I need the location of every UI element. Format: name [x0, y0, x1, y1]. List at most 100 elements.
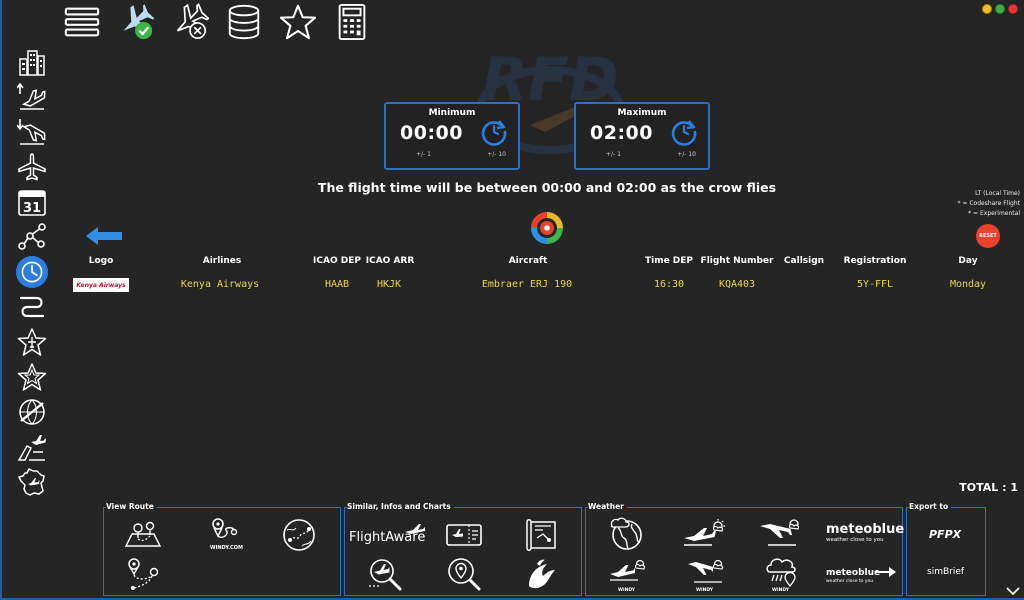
panel-view-route: View Route WINDY.COM — [103, 502, 341, 596]
maximize-button[interactable] — [995, 4, 1005, 14]
route-map-button[interactable] — [124, 520, 162, 550]
pfpx-export-button[interactable]: PFPX — [929, 528, 961, 541]
minimum-step-small[interactable]: +/- 1 — [416, 151, 431, 158]
header-callsign[interactable]: Callsign — [784, 256, 824, 266]
maximum-step-large[interactable]: +/- 10 — [677, 151, 696, 158]
legend-local-time: LT (Local Time) — [975, 190, 1020, 197]
panel-export: Export to PFPX simBrief — [906, 502, 986, 596]
windy-arrival-button[interactable] — [686, 556, 726, 588]
charts-button[interactable] — [523, 516, 559, 552]
magnifier-plane-icon — [369, 559, 402, 591]
header-time-dep[interactable]: Time DEP — [645, 256, 693, 266]
calendar-day-label: 31 — [23, 201, 41, 216]
waypoints-button[interactable] — [124, 556, 162, 592]
header-registration[interactable]: Registration — [844, 256, 907, 266]
cell-flight-number[interactable]: KQA403 — [719, 279, 755, 290]
minimum-label: Minimum — [428, 108, 476, 118]
sidebar-item-star-outline[interactable] — [14, 361, 50, 393]
reset-label: RESET — [979, 233, 997, 239]
calculator-button[interactable] — [332, 2, 372, 42]
panel-similar-infos-charts: Similar, Infos and Charts FlightAware — [344, 502, 582, 596]
ticket-icon — [446, 524, 482, 546]
windy-departure-button[interactable] — [608, 556, 648, 588]
database-icon — [228, 4, 260, 40]
sidebar-item-star-plane[interactable] — [14, 326, 50, 358]
cell-aircraft[interactable]: Embraer ERJ 190 — [482, 279, 572, 290]
minimum-clock-reset-icon[interactable] — [480, 118, 508, 146]
chart-map-icon — [526, 519, 556, 551]
flight-confirmed-icon — [123, 4, 155, 40]
menu-button[interactable] — [62, 2, 102, 42]
header-icao-arr[interactable]: ICAO ARR — [366, 256, 415, 266]
meteoblue-route-tagline: weather close to you — [826, 579, 874, 584]
airport-icon — [17, 435, 46, 461]
magnifier-pin-icon — [448, 558, 481, 591]
maximum-step-small[interactable]: +/- 1 — [606, 151, 621, 158]
header-airlines[interactable]: Airlines — [203, 256, 242, 266]
cell-airline[interactable]: Kenya Airways — [181, 279, 259, 290]
windy-label-arrival: WINDY — [696, 588, 714, 593]
sidebar-item-city[interactable] — [14, 46, 50, 78]
header-flight-number[interactable]: Flight Number — [701, 256, 774, 266]
database-button[interactable] — [224, 2, 264, 42]
sidebar-item-route[interactable] — [14, 291, 50, 323]
meteoblue-route-button[interactable]: meteoblue — [826, 568, 880, 578]
top-toolbar — [62, 2, 372, 42]
header-day[interactable]: Day — [958, 256, 977, 266]
total-count: TOTAL : 1 — [959, 481, 1018, 494]
legend: LT (Local Time) * = Codeshare Flight * =… — [958, 189, 1021, 219]
phoenix-logo-icon — [529, 559, 555, 589]
sidebar-item-network[interactable] — [14, 221, 50, 253]
panel-view-route-title: View Route — [106, 502, 157, 511]
meteoblue-arrow-icon — [876, 567, 896, 577]
globe-route-button[interactable] — [282, 518, 316, 552]
search-settings-gear-icon[interactable] — [529, 210, 565, 246]
cell-icao-arr[interactable]: HKJK — [377, 279, 401, 290]
search-location-button[interactable] — [445, 556, 481, 592]
phoenix-button[interactable] — [523, 556, 559, 592]
meteoblue-button[interactable]: meteoblue — [826, 522, 904, 537]
maximum-time-box: Maximum 02:00 +/- 1 +/- 10 — [574, 102, 710, 170]
search-plane-button[interactable] — [365, 556, 403, 592]
star-outline-icon — [17, 363, 47, 391]
sidebar-item-aircraft[interactable] — [14, 151, 50, 183]
maximum-clock-reset-icon[interactable] — [670, 118, 698, 146]
minimum-value[interactable]: 00:00 — [400, 122, 463, 144]
sidebar-item-departure[interactable] — [14, 81, 50, 113]
meteoblue-tagline: weather close to you — [826, 537, 884, 543]
minimum-step-large[interactable]: +/- 10 — [487, 151, 506, 158]
star-icon — [279, 4, 317, 40]
boarding-pass-button[interactable] — [445, 520, 483, 550]
favorites-button[interactable] — [278, 2, 318, 42]
cell-time-dep[interactable]: 16:30 — [654, 279, 684, 290]
chevron-down-icon[interactable] — [1006, 586, 1020, 596]
reset-button[interactable]: RESET — [976, 224, 1000, 248]
minimize-button[interactable] — [982, 4, 992, 14]
cancelled-flights-button[interactable] — [170, 2, 210, 42]
header-aircraft[interactable]: Aircraft — [509, 256, 548, 266]
sidebar-item-arrival[interactable] — [14, 116, 50, 148]
header-logo[interactable]: Logo — [89, 256, 114, 266]
windy-departure-icon — [610, 559, 646, 581]
weather-departure-button[interactable] — [682, 518, 728, 548]
maximum-value[interactable]: 02:00 — [590, 122, 653, 144]
sidebar-item-airport[interactable] — [14, 431, 50, 463]
header-icao-dep[interactable]: ICAO DEP — [313, 256, 361, 266]
simbrief-export-button[interactable]: simBrief — [927, 567, 964, 577]
sidebar-item-globe[interactable] — [14, 396, 50, 428]
back-arrow-icon[interactable] — [84, 226, 124, 246]
weather-globe-button[interactable] — [608, 516, 646, 552]
cell-registration[interactable]: 5Y-FFL — [857, 279, 893, 290]
sidebar-item-flight-time[interactable] — [14, 256, 50, 288]
panel-export-title: Export to — [909, 502, 952, 511]
sidebar-item-france[interactable] — [14, 466, 50, 498]
active-indicator — [16, 256, 48, 288]
close-button[interactable] — [1008, 4, 1018, 14]
cell-icao-dep[interactable]: HAAB — [325, 279, 349, 290]
windy-label-departure: WINDY — [618, 588, 636, 593]
confirmed-flights-button[interactable] — [116, 2, 156, 42]
windy-label-rain: WINDY — [772, 588, 790, 593]
cell-day[interactable]: Monday — [950, 279, 986, 290]
windy-rain-button[interactable] — [764, 554, 798, 588]
weather-arrival-button[interactable] — [758, 518, 804, 548]
